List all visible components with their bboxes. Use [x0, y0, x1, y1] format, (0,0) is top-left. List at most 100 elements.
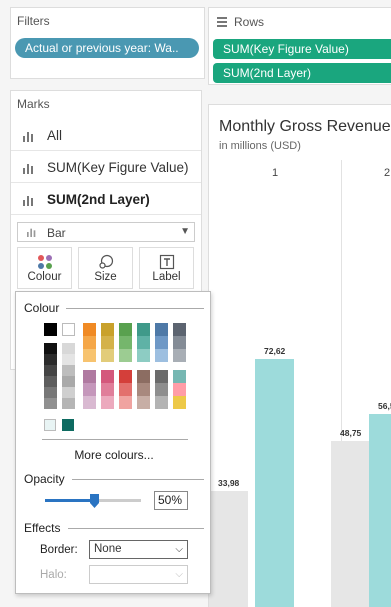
colour-swatch-grey[interactable]: [44, 365, 57, 376]
colour-swatch[interactable]: [101, 336, 114, 349]
colour-swatch[interactable]: [155, 396, 168, 409]
bar-key-figure-2[interactable]: [369, 414, 391, 607]
colour-swatch[interactable]: [83, 349, 96, 362]
colour-swatch-light-grey[interactable]: [62, 398, 75, 409]
colour-swatch[interactable]: [119, 370, 132, 383]
rows-title: Rows: [234, 15, 265, 29]
opacity-slider-fill: [45, 499, 95, 502]
colour-swatch[interactable]: [137, 336, 150, 349]
data-label: 33,98: [218, 478, 240, 489]
colour-swatch[interactable]: [173, 396, 186, 409]
colour-swatch[interactable]: [173, 323, 186, 336]
filters-card: Filters Actual or previous year: Wa..: [10, 7, 205, 79]
colour-swatch[interactable]: [155, 383, 168, 396]
marks-tab-label: SUM(2nd Layer): [47, 192, 150, 207]
colour-swatch[interactable]: [83, 323, 96, 336]
colour-swatch[interactable]: [101, 323, 114, 336]
colour-swatch[interactable]: [119, 336, 132, 349]
colour-swatch[interactable]: [119, 383, 132, 396]
colour-swatch-white[interactable]: [62, 323, 75, 336]
colour-swatch[interactable]: [101, 383, 114, 396]
bar-2nd-layer-2[interactable]: [331, 440, 370, 607]
colour-swatch[interactable]: [137, 396, 150, 409]
colour-button[interactable]: Colour: [17, 247, 72, 289]
colour-swatch[interactable]: [101, 396, 114, 409]
colour-button-label: Colour: [27, 271, 62, 283]
colour-swatch-light-grey[interactable]: [62, 365, 75, 376]
colour-swatch[interactable]: [101, 349, 114, 362]
opacity-input[interactable]: 50%: [154, 491, 188, 510]
colour-swatch[interactable]: [137, 349, 150, 362]
colour-swatch-light-grey[interactable]: [62, 376, 75, 387]
column-header: 2: [384, 167, 391, 179]
divider: [72, 479, 204, 480]
rows-pill-key-figure-value[interactable]: SUM(Key Figure Value): [213, 39, 391, 59]
bar-chart-icon: [23, 196, 33, 206]
colour-swatch-black[interactable]: [44, 323, 57, 336]
colour-swatch-light-grey[interactable]: [62, 354, 75, 365]
opacity-slider-handle[interactable]: [90, 494, 99, 508]
filters-title: Filters: [17, 14, 50, 28]
rows-pill-2nd-layer[interactable]: SUM(2nd Layer): [213, 63, 391, 83]
colour-swatch[interactable]: [155, 323, 168, 336]
colour-popup: Colour More colours... Opacity 50% Effec…: [15, 291, 211, 594]
marks-tab-2nd-layer[interactable]: SUM(2nd Layer): [11, 185, 201, 215]
colour-swatch[interactable]: [137, 370, 150, 383]
mark-type-value: Bar: [47, 226, 66, 240]
bar-chart-icon: [23, 132, 33, 142]
recent-colour-swatch[interactable]: [44, 419, 56, 431]
halo-label: Halo:: [40, 569, 67, 581]
border-dropdown[interactable]: None ⌵: [89, 540, 188, 559]
colour-swatch[interactable]: [173, 370, 186, 383]
colour-swatch[interactable]: [173, 383, 186, 396]
marks-tab-key-figure-value[interactable]: SUM(Key Figure Value): [11, 153, 201, 183]
marks-tab-all[interactable]: All: [11, 121, 201, 151]
chevron-down-icon: ⌵: [175, 544, 183, 555]
size-button[interactable]: Size: [78, 247, 133, 289]
colour-swatch[interactable]: [83, 383, 96, 396]
colour-swatch-light-grey[interactable]: [62, 343, 75, 354]
colour-swatch[interactable]: [137, 323, 150, 336]
colour-swatch[interactable]: [155, 336, 168, 349]
more-colours-button[interactable]: More colours...: [16, 448, 212, 462]
colour-swatch[interactable]: [137, 383, 150, 396]
data-label: 48,75: [340, 427, 362, 438]
colour-swatch[interactable]: [83, 396, 96, 409]
colour-swatch-grey[interactable]: [44, 398, 57, 409]
colour-swatch[interactable]: [119, 323, 132, 336]
colour-swatch-grey[interactable]: [44, 387, 57, 398]
colour-swatch[interactable]: [155, 370, 168, 383]
marks-tab-label: SUM(Key Figure Value): [47, 160, 189, 175]
label-button[interactable]: Label: [139, 247, 194, 289]
colour-swatch-grey[interactable]: [44, 376, 57, 387]
bar-key-figure-1[interactable]: [255, 359, 294, 607]
colour-swatch-light-grey[interactable]: [62, 387, 75, 398]
size-button-label: Size: [94, 271, 117, 283]
border-value: None: [94, 543, 122, 555]
chevron-down-icon: ▼: [180, 226, 190, 237]
chart-subtitle: in millions (USD): [219, 140, 301, 152]
chevron-down-icon: ⌵: [175, 569, 183, 580]
bar-chart-icon: [23, 164, 33, 174]
mark-type-dropdown[interactable]: Bar ▼: [17, 222, 195, 242]
colour-swatch[interactable]: [173, 349, 186, 362]
colour-swatch[interactable]: [119, 349, 132, 362]
border-label: Border:: [40, 544, 78, 556]
colour-swatch[interactable]: [101, 370, 114, 383]
bar-2nd-layer-1[interactable]: [209, 491, 248, 607]
recent-colour-swatch[interactable]: [62, 419, 74, 431]
colour-swatch-grey[interactable]: [44, 343, 57, 354]
colour-swatch[interactable]: [119, 396, 132, 409]
colour-swatch-grey[interactable]: [44, 354, 57, 365]
divider: [42, 439, 188, 440]
chart-title: Monthly Gross Revenue: [219, 118, 391, 135]
size-icon: [98, 254, 113, 269]
colour-swatch[interactable]: [83, 370, 96, 383]
colour-swatch[interactable]: [83, 336, 96, 349]
filter-pill-actual-or-previous-year[interactable]: Actual or previous year: Wa..: [15, 38, 199, 58]
column-header: 1: [272, 167, 279, 179]
label-button-label: Label: [152, 271, 181, 283]
marks-tab-label: All: [47, 128, 63, 143]
colour-swatch[interactable]: [155, 349, 168, 362]
colour-swatch[interactable]: [173, 336, 186, 349]
